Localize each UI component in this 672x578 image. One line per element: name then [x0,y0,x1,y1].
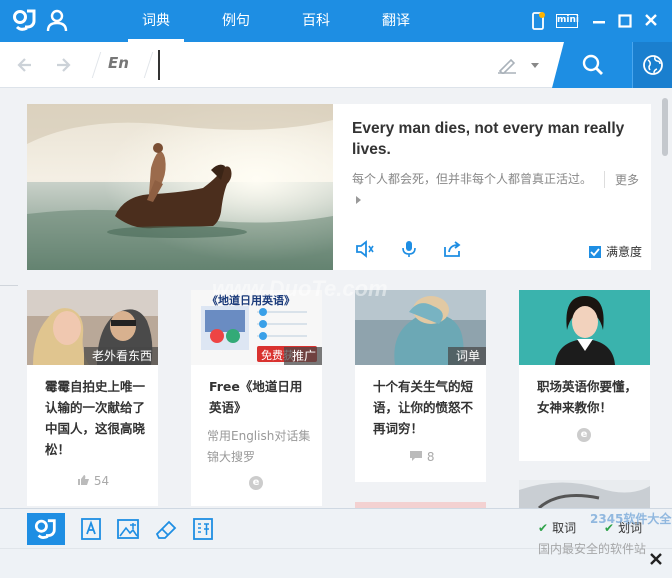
thumbs-up-icon [78,475,89,485]
forward-arrow-icon[interactable] [54,55,74,75]
divider [0,285,18,286]
dictionary-tool-button[interactable] [27,513,65,545]
speaker-icon[interactable] [355,240,375,258]
watermark: www.DuoTe.com [212,276,388,301]
maximize-icon[interactable] [618,11,632,31]
tab-dictionary[interactable]: 词典 [116,0,196,42]
handwriting-icon[interactable] [496,56,518,74]
close-icon[interactable] [648,551,664,567]
language-selector[interactable]: En [108,54,129,72]
card-title[interactable]: 职场英语你要懂，女神来教你！ [537,376,637,418]
capture-word-toggle[interactable]: ✔ 取词 [538,519,576,536]
card-image [519,290,650,365]
eraser-icon[interactable] [152,515,180,543]
site-watermark-sub: 国内最安全的软件站 [538,542,647,556]
app-logo-icon [34,519,56,539]
search-icon [582,54,603,75]
daily-sentence-english[interactable]: Every man dies, not every man really liv… [352,118,642,160]
daily-sentence-chinese: 每个人都会死，但并非每个人都曾真正活过。 [352,172,593,186]
satisfaction-label: 满意度 [606,245,643,259]
search-input[interactable] [158,50,478,80]
globe-icon [643,55,663,75]
e-icon: e [577,428,591,442]
scrollbar[interactable] [662,98,668,156]
daily-sentence-image [27,104,333,270]
satisfaction-checkbox[interactable]: 满意度 [589,243,642,260]
text-tool-icon[interactable] [77,515,105,543]
capture-word-label: 取词 [552,521,577,535]
search-button[interactable] [552,42,632,88]
more-link[interactable]: 更多 [604,171,639,188]
article-card[interactable]: 老外看东西 霉霉自拍史上唯一认输的一次献给了中国人，这很高晓松！ 54 [27,290,158,506]
chevron-down-icon[interactable] [531,63,539,68]
e-icon: e [249,476,263,490]
checkbox-icon[interactable] [589,246,601,258]
minimize-icon[interactable] [592,11,606,31]
card-tag: 推广 [283,347,322,365]
like-count-value: 54 [93,474,110,488]
site-watermark: 2345软件大全 [590,512,672,526]
chevron-right-icon[interactable] [356,196,361,204]
card-subtitle: 常用English对话集锦大搜罗 [207,429,311,464]
share-icon[interactable] [443,240,463,258]
card-tag: 词单 [447,347,486,365]
comment-icon [410,451,422,461]
card-image: 老外看东西 [27,290,158,365]
ad-card[interactable]: 《地道日用英语》 免费获 推广 Free《地道日用英语》 常用English对话… [191,290,322,506]
article-card[interactable]: 职场英语你要懂，女神来教你！ e [519,290,650,461]
close-icon[interactable] [644,11,658,31]
mini-mode-button[interactable]: mini [556,14,579,28]
card-title[interactable]: 霉霉自拍史上唯一认输的一次献给了中国人，这很高晓松！ [45,376,145,460]
search-bar: En [0,42,672,88]
divider [143,52,154,78]
divider [91,52,102,78]
wordlist-card[interactable]: 词单 十个有关生气的短语，让你的愤怒不再词穷！ 8 [355,290,486,482]
microphone-icon[interactable] [399,240,419,258]
image-translate-icon[interactable] [114,515,142,543]
card-title[interactable]: Free《地道日用英语》 [209,376,313,418]
card-title[interactable]: 十个有关生气的短语，让你的愤怒不再词穷！ [373,376,473,439]
card-tag: 老外看东西 [83,347,158,365]
title-bar: 词典 例句 百科 翻译 mini [0,0,672,42]
app-logo-icon[interactable] [12,7,38,33]
tab-encyclopedia[interactable]: 百科 [276,0,356,42]
user-icon[interactable] [46,9,68,33]
like-count[interactable]: 54 [77,474,109,488]
check-icon: ✔ [538,521,549,535]
translate-icon[interactable] [189,515,217,543]
back-arrow-icon[interactable] [14,55,34,75]
comment-count[interactable]: 8 [409,450,434,464]
web-search-button[interactable] [632,42,672,88]
phone-icon[interactable] [530,11,546,31]
comment-count-value: 8 [426,450,435,464]
daily-sentence-card: Every man dies, not every man really liv… [27,104,651,270]
tab-translate[interactable]: 翻译 [356,0,436,42]
card-image [519,480,650,508]
tab-examples[interactable]: 例句 [196,0,276,42]
